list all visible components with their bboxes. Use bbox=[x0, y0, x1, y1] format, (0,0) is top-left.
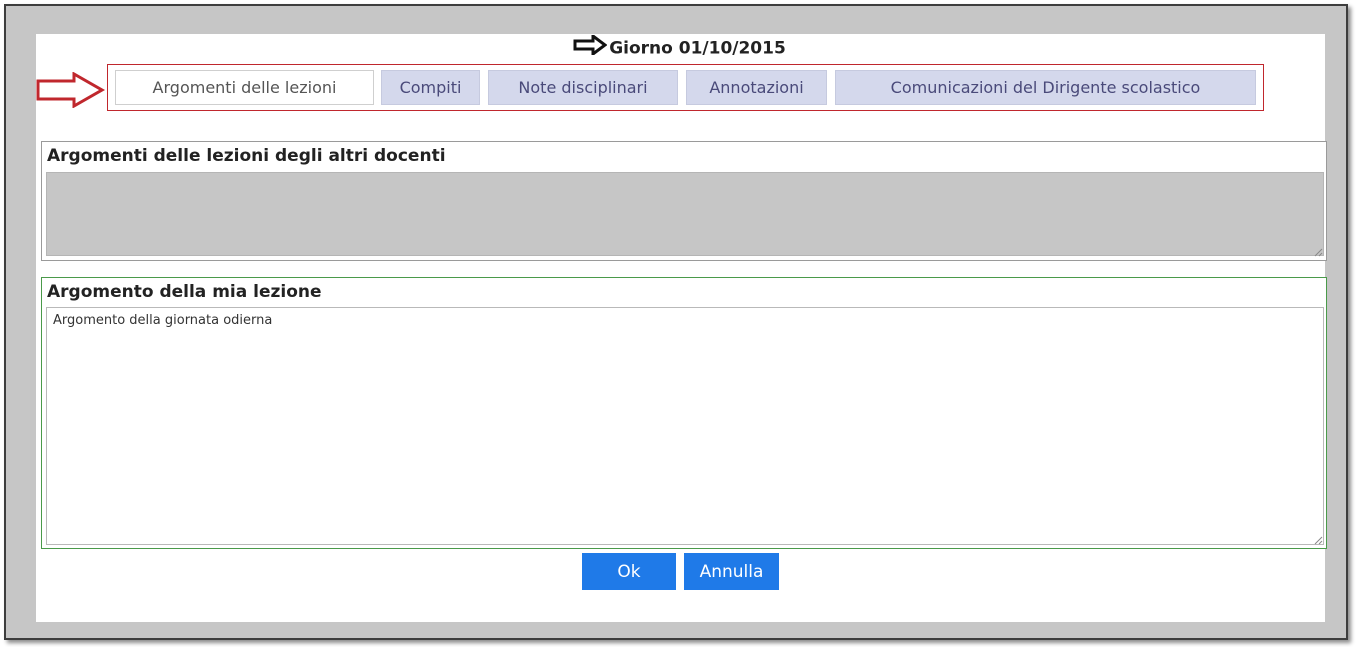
page-title: Giorno 01/10/2015 bbox=[609, 38, 786, 59]
tab-note-disciplinari[interactable]: Note disciplinari bbox=[488, 70, 678, 105]
my-lesson-label: Argomento della mia lezione bbox=[47, 282, 322, 302]
ok-button[interactable]: Ok bbox=[582, 553, 676, 590]
tab-argomenti-lezioni[interactable]: Argomenti delle lezioni bbox=[115, 70, 374, 105]
my-lesson-textarea[interactable]: Argomento della giornata odierna bbox=[46, 307, 1324, 545]
tab-annotazioni[interactable]: Annotazioni bbox=[686, 70, 827, 105]
resize-grip-icon[interactable] bbox=[1314, 536, 1323, 545]
tab-compiti[interactable]: Compiti bbox=[381, 70, 480, 105]
annotation-arrow-icon bbox=[36, 71, 106, 112]
resize-grip-icon[interactable] bbox=[1314, 248, 1323, 257]
tab-bar: Argomenti delle lezioni Compiti Note dis… bbox=[107, 64, 1264, 111]
others-lessons-panel: Argomenti delle lezioni degli altri doce… bbox=[41, 141, 1327, 261]
page-title-row: Giorno 01/10/2015 bbox=[0, 33, 1359, 62]
arrow-right-icon bbox=[573, 33, 608, 62]
others-lessons-textarea bbox=[46, 172, 1324, 256]
my-lesson-panel: Argomento della mia lezione Argomento de… bbox=[41, 277, 1327, 549]
others-lessons-label: Argomenti delle lezioni degli altri doce… bbox=[47, 146, 446, 166]
cancel-button[interactable]: Annulla bbox=[684, 553, 779, 590]
tab-comunicazioni-dirigente[interactable]: Comunicazioni del Dirigente scolastico bbox=[835, 70, 1256, 105]
